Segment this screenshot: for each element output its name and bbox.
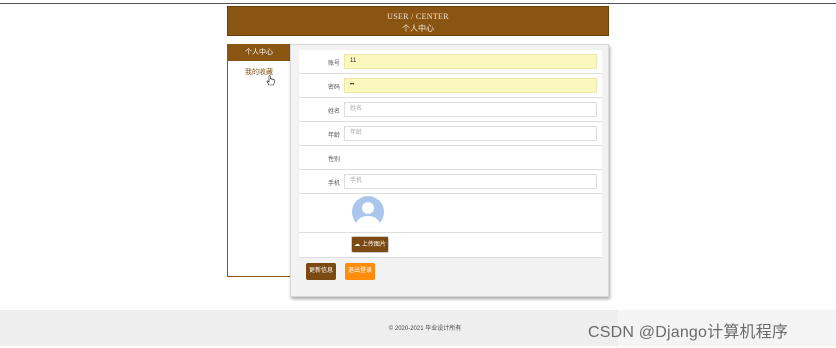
account-label: 账号: [327, 61, 340, 67]
sidebar-item-favorites[interactable]: 我的收藏: [228, 65, 290, 81]
logout-button[interactable]: 退出登录: [345, 263, 375, 280]
name-label: 姓名: [327, 109, 340, 115]
form-row-age: 年龄 年龄: [299, 122, 602, 146]
banner-title-en: USER / CENTER: [387, 12, 449, 21]
form-row-upload: ☁ 上传图片: [299, 233, 602, 258]
profile-form: 账号 11 密码 •• 姓名 姓名 年龄 年龄 性别 手机 手机 ☁ 上传图片: [299, 50, 602, 258]
gender-label: 性别: [327, 157, 340, 163]
user-avatar-icon: [352, 196, 384, 228]
pointer-hand-icon: [266, 75, 275, 86]
phone-label: 手机: [327, 181, 340, 187]
password-input[interactable]: ••: [344, 78, 597, 93]
phone-input[interactable]: 手机: [344, 174, 597, 189]
form-row-photo: [299, 194, 602, 233]
name-input[interactable]: 姓名: [344, 102, 597, 117]
form-row-name: 姓名 姓名: [299, 98, 602, 122]
update-info-button[interactable]: 更新信息: [306, 263, 336, 280]
form-row-phone: 手机 手机: [299, 170, 602, 194]
form-row-gender: 性别: [299, 146, 602, 170]
footer-bg-left: [0, 310, 232, 346]
password-label: 密码: [327, 85, 340, 91]
age-input[interactable]: 年龄: [344, 126, 597, 141]
profile-panel: 账号 11 密码 •• 姓名 姓名 年龄 年龄 性别 手机 手机 ☁ 上传图片 …: [290, 44, 609, 297]
page-banner: USER / CENTER 个人中心: [227, 6, 609, 36]
upload-image-label: 上传图片: [361, 242, 386, 248]
sidebar: 个人中心 我的收藏: [227, 44, 291, 277]
csdn-watermark: CSDN @Django计算机程序: [588, 324, 789, 341]
cloud-upload-icon: ☁: [354, 242, 361, 248]
upload-image-button[interactable]: ☁ 上传图片: [351, 236, 389, 253]
account-input[interactable]: 11: [344, 54, 597, 69]
sidebar-item-profile[interactable]: 个人中心: [228, 45, 290, 61]
age-label: 年龄: [327, 133, 340, 139]
banner-title-cn: 个人中心: [402, 24, 434, 33]
top-border-line: [0, 3, 836, 4]
form-row-password: 密码 ••: [299, 74, 602, 98]
footer-copyright: © 2020-2021 毕业设计所有: [388, 326, 462, 332]
form-row-account: 账号 11: [299, 50, 602, 74]
